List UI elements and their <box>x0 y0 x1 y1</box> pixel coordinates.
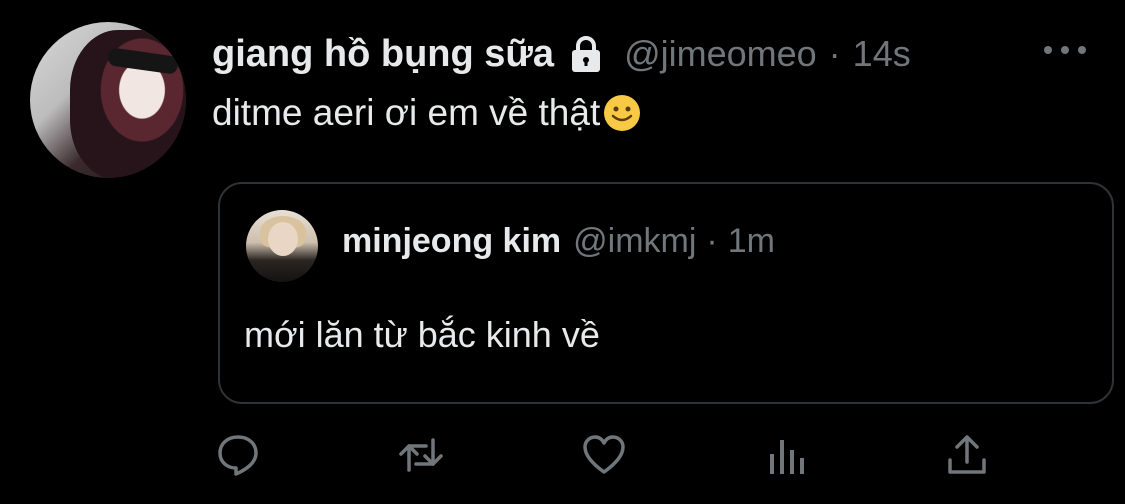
time-separator: · <box>828 33 841 74</box>
quoted-author-avatar[interactable] <box>246 210 318 282</box>
analytics-button[interactable] <box>762 430 812 480</box>
lock-icon <box>566 34 606 74</box>
share-upload-icon <box>948 435 986 474</box>
quoted-tweet-header: minjeong kim @imkmj · 1m <box>342 222 775 261</box>
bar-chart-icon <box>770 440 804 474</box>
tweet[interactable]: giang hồ bụng sữa @jimeomeo · 14s ditme … <box>0 0 1125 504</box>
quoted-tweet-text: mới lăn từ bắc kinh về <box>244 314 600 355</box>
like-button[interactable] <box>579 430 629 480</box>
reply-bubble-icon <box>218 435 258 476</box>
retweet-arrows-icon <box>399 438 443 472</box>
tweet-timestamp[interactable]: 14s <box>853 33 911 75</box>
tweet-text: ditme aeri ơi em về thật <box>212 92 642 134</box>
tweet-action-bar <box>0 430 1125 490</box>
tweet-text-content: ditme aeri ơi em về thật <box>212 92 601 133</box>
author-display-name[interactable]: giang hồ bụng sữa <box>212 33 554 76</box>
quoted-tweet-timestamp: 1m <box>727 222 775 260</box>
share-button[interactable] <box>942 430 992 480</box>
quoted-author-handle: @imkmj <box>573 222 697 260</box>
more-dots-icon[interactable] <box>1040 40 1090 60</box>
slightly-smiling-face-icon <box>602 93 642 133</box>
author-handle[interactable]: @jimeomeo <box>624 33 817 75</box>
author-avatar[interactable] <box>30 22 186 178</box>
quoted-avatar-face <box>268 222 298 256</box>
quoted-time-separator: · <box>706 222 718 260</box>
heart-icon <box>583 435 625 474</box>
quoted-tweet-card[interactable]: minjeong kim @imkmj · 1m mới lăn từ bắc … <box>218 182 1114 404</box>
retweet-button[interactable] <box>396 430 446 480</box>
quoted-author-display-name: minjeong kim <box>342 222 562 260</box>
reply-button[interactable] <box>213 430 263 480</box>
tweet-header: giang hồ bụng sữa @jimeomeo · 14s <box>212 30 911 78</box>
